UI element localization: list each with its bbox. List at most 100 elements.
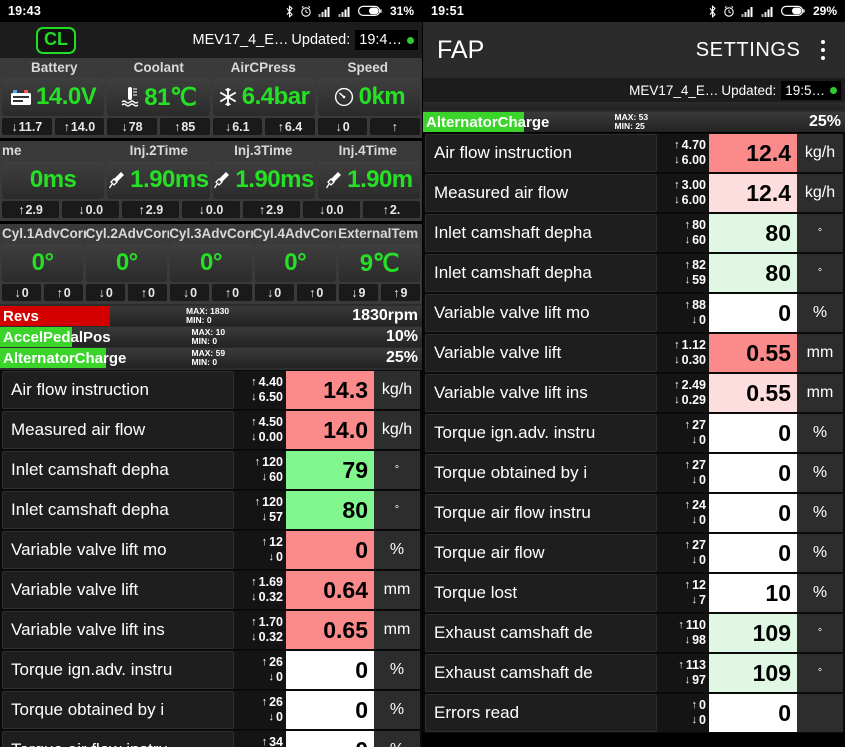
table-row[interactable]: Variable valve lift ins ↑ 1.70 ↓ 0.32 0.65 mm	[0, 610, 422, 650]
gauge-value: 81℃	[144, 83, 197, 111]
kebab-menu-icon[interactable]	[815, 36, 832, 65]
gauge-cell-inj3time[interactable]: 1.90ms	[212, 161, 315, 199]
table-row[interactable]: Inlet camshaft depha ↑ 120 ↓ 57 80 °	[0, 490, 422, 530]
bar-gauge-value: 25%	[385, 349, 418, 366]
gauge-cell-cyl1advcorr[interactable]: 0°	[2, 244, 84, 282]
bar-gauge[interactable]: AccelPedalPos MAX: 10 MIN: 0 10%	[0, 327, 422, 347]
gauge-cell-cyl3advcorr[interactable]: 0°	[170, 244, 252, 282]
table-row[interactable]: Torque ign.adv. instru ↑ 27 ↓ 0 0%	[423, 413, 845, 453]
arrow-down-icon: ↓	[691, 434, 698, 446]
settings-button[interactable]: SETTINGS	[696, 39, 801, 62]
gauge-max-value: 2.	[389, 202, 401, 217]
arrow-up-icon: ↑	[56, 285, 63, 300]
closed-loop-badge[interactable]: CL	[36, 26, 76, 54]
table-row[interactable]: Measured air flow ↑ 3.00 ↓ 6.00 12.4 kg/h	[423, 173, 845, 213]
gauge-block-row2: me Inj.2Time Inj.3Time Inj.4Time 0ms 1.9…	[0, 141, 422, 221]
table-row[interactable]: Torque air flow instru↑34↓00%	[0, 730, 422, 747]
table-row[interactable]: Torque obtained by i ↑ 26 ↓ 0 0%	[0, 690, 422, 730]
gauge-label: Inj.3Time	[234, 143, 293, 158]
row-unit: %	[797, 574, 843, 612]
row-unit: °	[797, 654, 843, 692]
bar-gauge-partial[interactable]	[423, 102, 845, 110]
thermometer-icon	[120, 86, 140, 108]
injector-icon	[213, 170, 231, 190]
row-value: 0	[286, 731, 374, 747]
row-limits: ↑ 4.40 ↓ 6.50	[234, 371, 286, 409]
gauge-cell-coolant[interactable]: 81℃	[107, 78, 210, 116]
gauge-cell-cyl4advcorr[interactable]: 0°	[254, 244, 336, 282]
bar-gauge-minmax: MAX: 1830 MIN: 0	[186, 306, 229, 326]
table-row[interactable]: Torque ign.adv. instru ↑ 26 ↓ 0 0%	[0, 650, 422, 690]
row-unit: mm	[797, 374, 843, 412]
row-limit-max: 1.70	[258, 615, 283, 629]
gauge-cell-battery[interactable]: 14.0V	[2, 78, 105, 116]
table-row[interactable]: Variable valve lift mo ↑ 12 ↓ 0 0%	[0, 530, 422, 570]
right-data-table: Air flow instruction ↑ 4.70 ↓ 6.00 12.4 kg/h Me…	[423, 133, 845, 733]
arrow-down-icon: ↓	[674, 154, 680, 166]
table-row[interactable]: Exhaust camshaft de ↑ 113 ↓ 97 109 °	[423, 653, 845, 693]
row-unit: kg/h	[797, 134, 843, 172]
gauge-label: me	[2, 143, 22, 158]
alarm-icon	[300, 5, 312, 18]
gauge-label: Speed	[347, 60, 388, 75]
row-limit-max: 4.70	[681, 138, 706, 152]
table-row[interactable]: Air flow instruction ↑ 4.40 ↓ 6.50 14.3 kg/h	[0, 370, 422, 410]
row-parameter-name: Torque air flow instru	[2, 731, 234, 747]
gauge-min: ↓ 0.0	[62, 201, 120, 218]
row-limit-min: 60	[269, 470, 283, 484]
bar-gauge-value: 10%	[385, 328, 418, 345]
gauge-label: Cyl.1AdvCorr	[2, 226, 86, 241]
table-row[interactable]: Torque obtained by i ↑ 27 ↓ 0 0%	[423, 453, 845, 493]
arrow-down-icon: ↓	[251, 631, 257, 643]
table-row[interactable]: Variable valve lift ↑ 1.69 ↓ 0.32 0.64 mm	[0, 570, 422, 610]
table-row[interactable]: Measured air flow ↑ 4.50 ↓ 0.00 14.0 kg/h	[0, 410, 422, 450]
gauge-cell-inj1time[interactable]: 0ms	[2, 161, 105, 199]
ecu-status-group: MEV17_4_E… Updated: 19:5…	[629, 78, 841, 102]
row-limit-max: 4.50	[258, 415, 283, 429]
arrow-down-icon: ↓	[691, 474, 698, 486]
bar-gauge[interactable]: Revs MAX: 1830 MIN: 0 1830rpm	[0, 306, 422, 326]
bar-gauge[interactable]: AlternatorCharge MAX: 59 MIN: 0 25%	[0, 348, 422, 368]
table-row[interactable]: Inlet camshaft depha ↑ 82 ↓ 59 80 °	[423, 253, 845, 293]
bar-gauge-min: MIN: 0	[191, 336, 218, 346]
arrow-up-icon: ↑	[684, 579, 691, 591]
table-row[interactable]: Variable valve lift mo ↑ 88 ↓ 0 0%	[423, 293, 845, 333]
ecu-name: MEV17_4_E…	[192, 32, 289, 48]
table-row[interactable]: Torque air flow ↑ 27 ↓ 0 0%	[423, 533, 845, 573]
arrow-down-icon: ↓	[684, 674, 691, 686]
gauge-cell-aircpress[interactable]: 6.4bar	[212, 78, 315, 116]
table-row[interactable]: Inlet camshaft depha ↑ 120 ↓ 60 79 °	[0, 450, 422, 490]
arrow-down-icon: ↓	[251, 591, 257, 603]
gauge-cell-externaltemp[interactable]: 9℃	[338, 244, 421, 282]
gauge-max: ↑ 2.9	[122, 201, 180, 218]
row-unit: mm	[374, 611, 420, 649]
gauge-cell-cyl2advcorr[interactable]: 0°	[86, 244, 168, 282]
gauge-cell-speed[interactable]: 0km	[317, 78, 420, 116]
row-limit-min: 0	[276, 710, 283, 724]
gauge-cell-inj2time[interactable]: 1.90ms	[107, 161, 210, 199]
table-row[interactable]: Exhaust camshaft de ↑ 110 ↓ 98 109 °	[423, 613, 845, 653]
row-value: 14.0	[286, 411, 374, 449]
status-icons: 29%	[708, 4, 837, 18]
arrow-up-icon: ↑	[261, 736, 268, 747]
gauge-cell-inj4time[interactable]: 1.90m	[317, 161, 420, 199]
table-row[interactable]: Variable valve lift ↑ 1.12 ↓ 0.30 0.55 mm	[423, 333, 845, 373]
bar-gauge[interactable]: AlternatorCharge MAX: 53 MIN: 25 25%	[423, 112, 845, 132]
row-value: 0.65	[286, 611, 374, 649]
table-row[interactable]: Air flow instruction ↑ 4.70 ↓ 6.00 12.4 kg/h	[423, 133, 845, 173]
arrow-down-icon: ↓	[198, 202, 205, 217]
table-row[interactable]: Torque air flow instru ↑ 24 ↓ 0 0%	[423, 493, 845, 533]
row-unit: %	[374, 691, 420, 729]
table-row[interactable]: Torque lost ↑ 12 ↓ 7 10%	[423, 573, 845, 613]
arrow-down-icon: ↓	[351, 285, 358, 300]
row-limit-max: 82	[692, 258, 706, 272]
arrow-down-icon: ↓	[674, 394, 680, 406]
clipped-bar-gauge	[423, 102, 845, 111]
table-row[interactable]: Variable valve lift ins ↑ 2.49 ↓ 0.29 0.55 mm	[423, 373, 845, 413]
table-row[interactable]: Errors read ↑ 0 ↓ 0 0	[423, 693, 845, 733]
battery-icon	[780, 5, 805, 17]
table-row[interactable]: Inlet camshaft depha ↑ 80 ↓ 60 80 °	[423, 213, 845, 253]
row-value: 0	[286, 651, 374, 689]
row-limits: ↑ 88 ↓ 0	[657, 294, 709, 332]
row-limit-max: 113	[685, 658, 706, 672]
